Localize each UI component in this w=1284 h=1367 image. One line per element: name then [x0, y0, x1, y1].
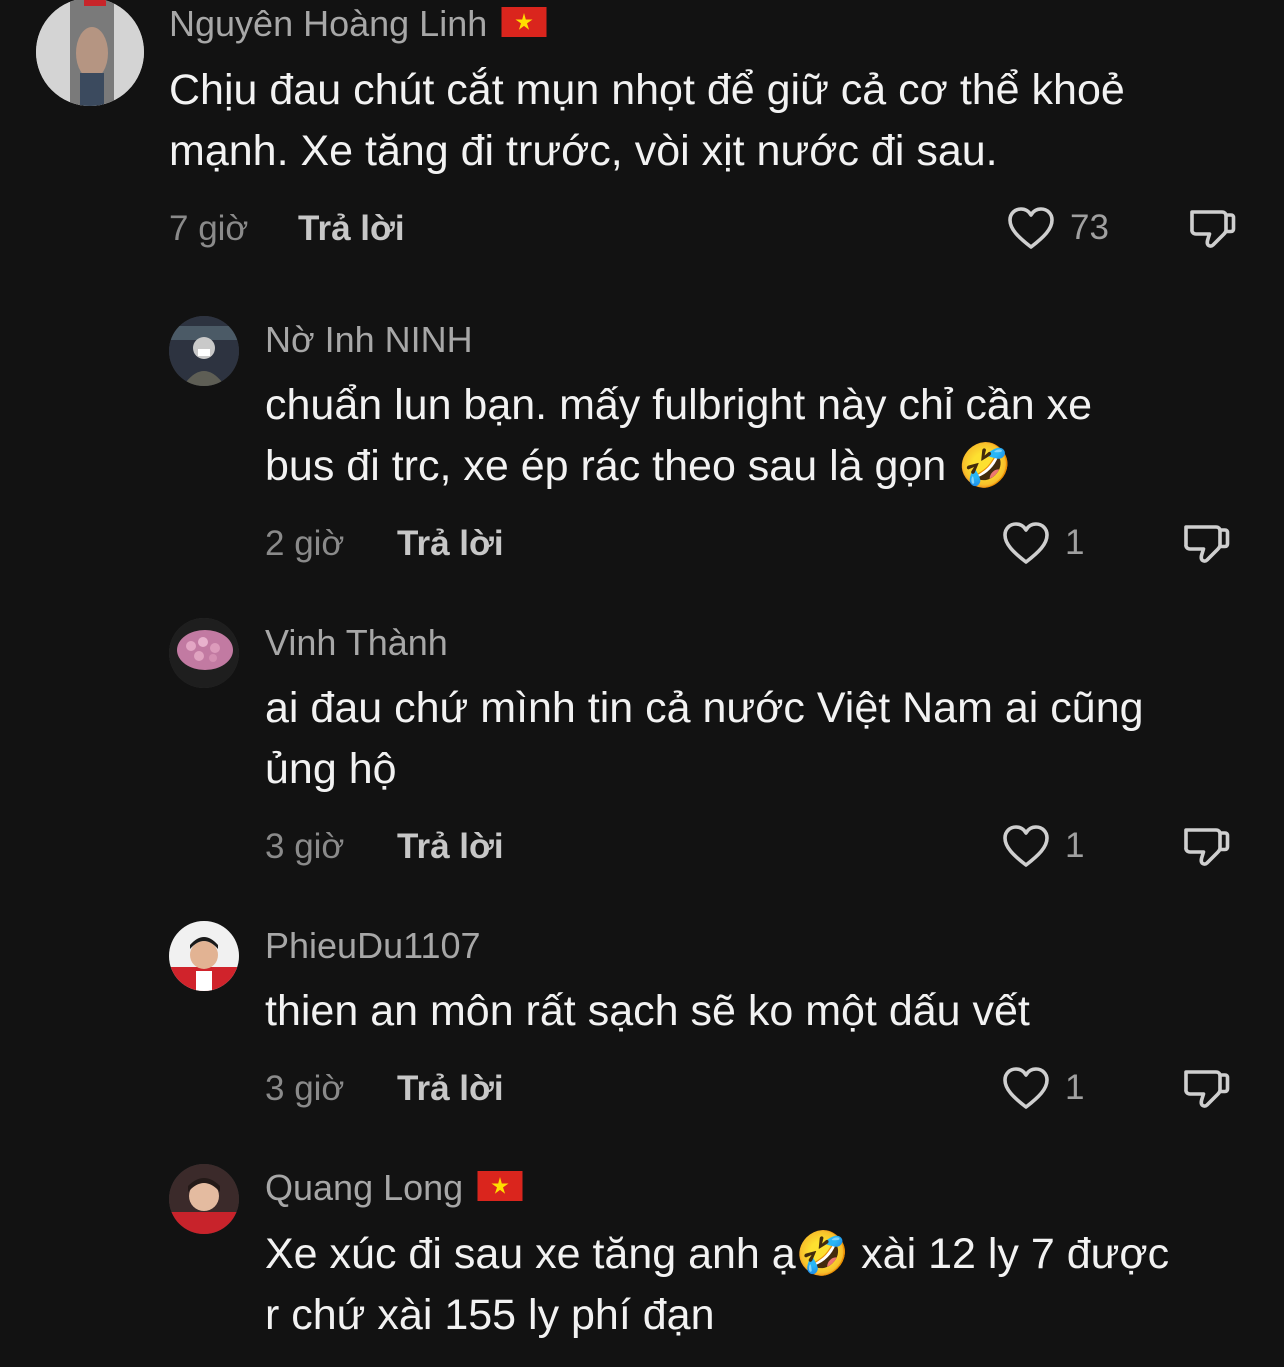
- comment-line: thien an môn rất sạch sẽ ko một dấu vết: [265, 987, 1030, 1035]
- like-count: 1: [1065, 1068, 1085, 1107]
- thumbs-down-outline-icon: [1184, 525, 1230, 563]
- comment-text: Xe xúc đi sau xe tăng anh ạ🤣 xài 12 ly 7…: [265, 1224, 1169, 1346]
- avatar-image: [169, 316, 239, 386]
- avatar-image: [36, 0, 144, 106]
- comment-line: chuẩn lun bạn. mấy fulbright này chỉ cần…: [265, 381, 1093, 429]
- like-button[interactable]: 1: [1001, 1065, 1084, 1111]
- comment-line: ai đau chứ mình tin cả nước Việt Nam ai …: [265, 684, 1144, 732]
- comment-time: 7 giờ: [169, 209, 249, 248]
- comment-text: chuẩn lun bạn. mấy fulbright này chỉ cần…: [265, 375, 1092, 497]
- username[interactable]: Nờ Inh NINH: [265, 322, 473, 358]
- username[interactable]: Vinh Thành: [265, 625, 448, 661]
- thumbs-down-outline-icon: [1190, 210, 1236, 248]
- avatar[interactable]: [169, 618, 239, 688]
- heart-outline-icon: [1003, 825, 1049, 867]
- like-button[interactable]: 1: [1001, 520, 1084, 566]
- like-button[interactable]: 1: [1001, 823, 1084, 869]
- username[interactable]: Quang Long: [265, 1170, 523, 1206]
- thumbs-down-outline-icon: [1184, 828, 1230, 866]
- dislike-button[interactable]: [1180, 821, 1232, 873]
- like-count: 1: [1065, 826, 1085, 865]
- comment-line: mạnh. Xe tăng đi trước, vòi xịt nước đi …: [169, 127, 998, 175]
- comment-line: Xe xúc đi sau xe tăng anh ạ🤣 xài 12 ly 7…: [265, 1230, 1170, 1278]
- avatar[interactable]: [36, 0, 144, 106]
- comment-time: 3 giờ: [265, 1069, 345, 1108]
- comment-time: 2 giờ: [265, 524, 345, 563]
- heart-outline-icon: [1003, 1067, 1049, 1109]
- avatar-image: [169, 618, 239, 688]
- reply-button[interactable]: Trả lời: [397, 829, 504, 864]
- thumbs-down-outline-icon: [1184, 1070, 1230, 1108]
- comment-text: ai đau chứ mình tin cả nước Việt Nam ai …: [265, 678, 1144, 800]
- like-button[interactable]: 73: [1006, 205, 1109, 251]
- avatar[interactable]: [169, 1164, 239, 1234]
- dislike-button[interactable]: [1180, 518, 1232, 570]
- comment-time: 3 giờ: [265, 827, 345, 866]
- reply-button[interactable]: Trả lời: [397, 1071, 504, 1106]
- comment-line: ủng hộ: [265, 745, 397, 793]
- comment-line: Chịu đau chút cắt mụn nhọt để giữ cả cơ …: [169, 66, 1125, 114]
- reply-button[interactable]: Trả lời: [397, 526, 504, 561]
- comment-text: Chịu đau chút cắt mụn nhọt để giữ cả cơ …: [169, 60, 1125, 182]
- comment-text: thien an môn rất sạch sẽ ko một dấu vết: [265, 981, 1030, 1042]
- comment-line: r chứ xài 155 ly phí đạn: [265, 1291, 715, 1339]
- like-count: 1: [1065, 523, 1085, 562]
- avatar[interactable]: [169, 921, 239, 991]
- dislike-button[interactable]: [1186, 203, 1238, 255]
- like-count: 73: [1070, 208, 1109, 247]
- username[interactable]: PhieuDu1107: [265, 928, 481, 964]
- heart-outline-icon: [1003, 522, 1049, 564]
- dislike-button[interactable]: [1180, 1063, 1232, 1115]
- vietnam-flag-icon: [477, 1171, 523, 1202]
- avatar-image: [169, 921, 239, 991]
- username[interactable]: Nguyên Hoàng Linh: [169, 6, 547, 42]
- avatar[interactable]: [169, 316, 239, 386]
- avatar-image: [169, 1164, 239, 1234]
- reply-button[interactable]: Trả lời: [298, 211, 405, 246]
- heart-outline-icon: [1008, 207, 1054, 249]
- comment-line: bus đi trc, xe ép rác theo sau là gọn 🤣: [265, 442, 1012, 490]
- vietnam-flag-icon: [501, 7, 547, 38]
